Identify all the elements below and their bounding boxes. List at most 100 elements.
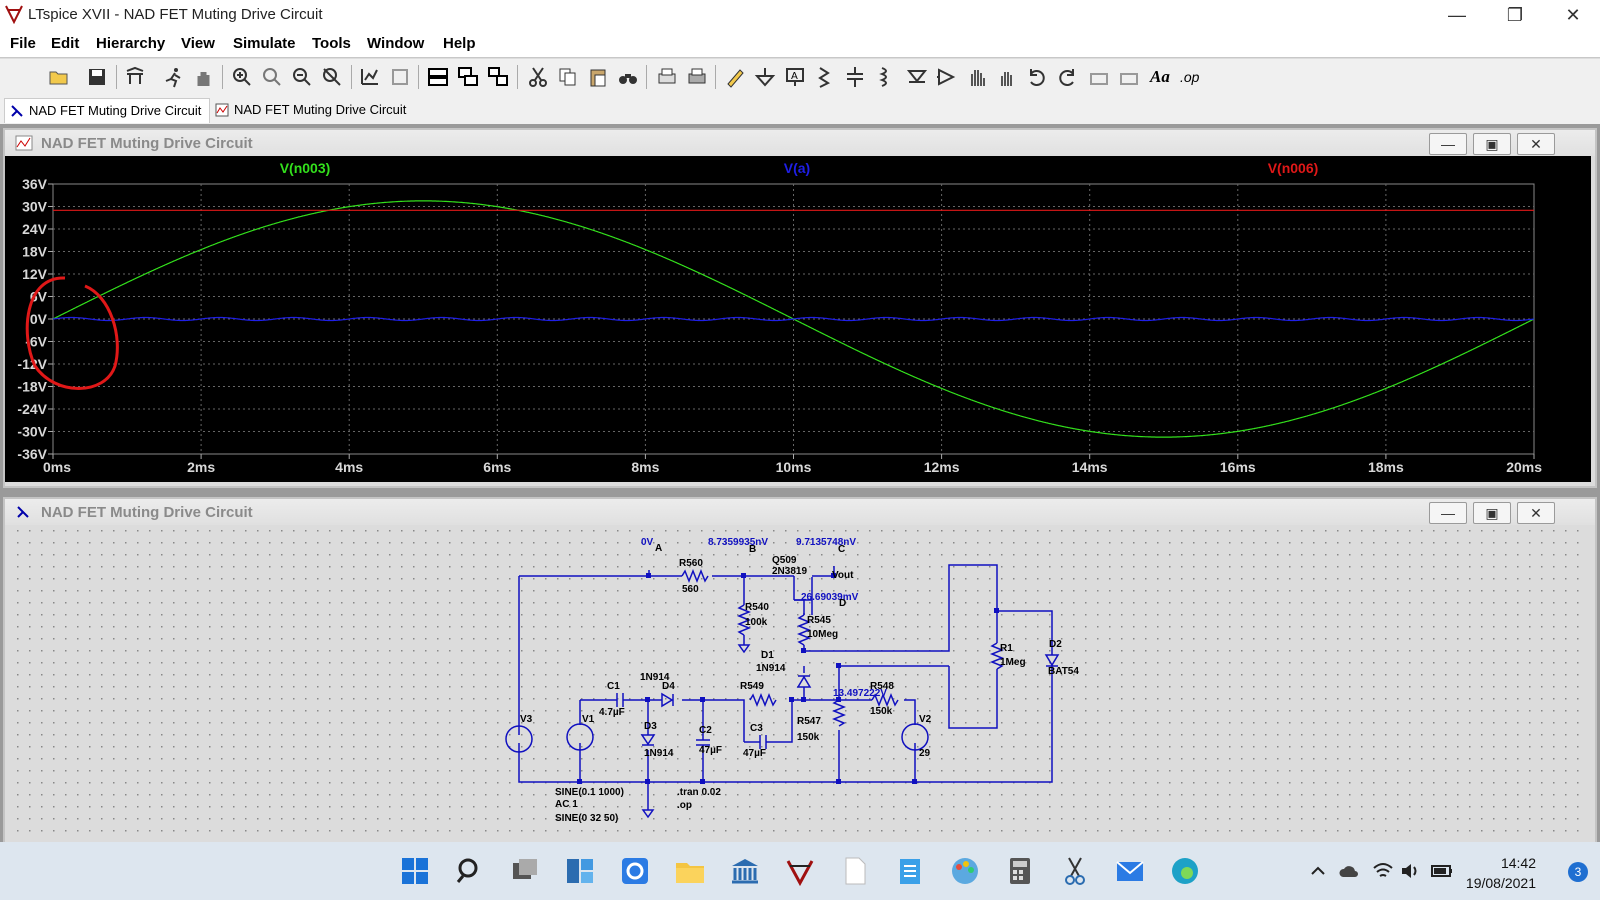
calculator-icon[interactable] xyxy=(1004,855,1036,887)
inductor-icon[interactable] xyxy=(874,66,896,88)
menu-file[interactable]: File xyxy=(10,35,36,52)
menu-simulate[interactable]: Simulate xyxy=(233,35,296,52)
menu-help[interactable]: Help xyxy=(443,35,476,52)
close-button[interactable]: ✕ xyxy=(1544,0,1600,30)
redo-icon[interactable] xyxy=(1056,66,1078,88)
schematic-minimize-button[interactable]: — xyxy=(1429,502,1467,524)
r547-value: 150k xyxy=(797,732,820,743)
schematic-canvas[interactable]: 0V A 8.7359935nV B 9.7135748nV C Q509 2N… xyxy=(12,525,1586,844)
print-icon[interactable] xyxy=(686,66,708,88)
chevron-up-icon[interactable] xyxy=(1309,862,1327,880)
spice-directive-icon[interactable]: .op xyxy=(1180,69,1199,85)
battery-icon[interactable] xyxy=(1430,862,1454,880)
search-icon[interactable] xyxy=(454,855,486,887)
sync-icon[interactable] xyxy=(619,855,651,887)
widgets-icon[interactable] xyxy=(564,855,596,887)
wifi-icon[interactable] xyxy=(1372,861,1394,881)
draw-wire-icon[interactable] xyxy=(724,66,746,88)
node-b-label: B xyxy=(749,544,756,555)
v2-label: V2 xyxy=(919,714,932,725)
volume-icon[interactable] xyxy=(1400,861,1422,881)
tab-schematic[interactable]: NAD FET Muting Drive Circuit xyxy=(4,98,211,123)
cascade-icon[interactable] xyxy=(487,66,509,88)
system-clock[interactable]: 14:42 19/08/2021 xyxy=(1466,853,1536,893)
op-directive[interactable]: .op xyxy=(677,800,692,811)
schematic-close-button[interactable]: ✕ xyxy=(1517,502,1555,524)
snipping-icon[interactable] xyxy=(1059,855,1091,887)
capacitor-icon[interactable] xyxy=(844,66,866,88)
zoom-cancel-icon[interactable] xyxy=(321,66,343,88)
rotate-icon[interactable] xyxy=(1088,66,1110,88)
move-icon[interactable] xyxy=(966,66,988,88)
x-tick-label: 12ms xyxy=(924,459,960,475)
menu-hierarchy[interactable]: Hierarchy xyxy=(96,35,165,52)
open-icon[interactable] xyxy=(48,66,70,88)
autorange-icon[interactable] xyxy=(359,66,381,88)
file-explorer-icon[interactable] xyxy=(674,855,706,887)
print-preview-icon[interactable] xyxy=(656,66,678,88)
menu-window[interactable]: Window xyxy=(367,35,424,52)
save-icon[interactable] xyxy=(86,66,108,88)
tab-waveform[interactable]: NAD FET Muting Drive Circuit xyxy=(210,98,414,122)
r545-value: 10Meg xyxy=(807,629,838,640)
minimize-button[interactable]: — xyxy=(1428,0,1486,30)
find-icon[interactable] xyxy=(617,66,639,88)
ground-icon[interactable] xyxy=(754,66,776,88)
zoom-out-icon[interactable] xyxy=(291,66,313,88)
paste-icon[interactable] xyxy=(587,66,609,88)
menu-view[interactable]: View xyxy=(181,35,215,52)
fit-icon[interactable] xyxy=(389,66,411,88)
schematic-window-title: NAD FET Muting Drive Circuit xyxy=(41,504,253,521)
run-icon[interactable] xyxy=(163,66,185,88)
d2-label: D2 xyxy=(1049,639,1062,650)
tile-vertical-icon[interactable] xyxy=(457,66,479,88)
zoom-area-icon[interactable] xyxy=(261,66,283,88)
mirror-icon[interactable] xyxy=(1118,66,1140,88)
mail-icon[interactable] xyxy=(1114,855,1146,887)
ltspice-icon[interactable] xyxy=(784,855,816,887)
waveform-plot[interactable]: 36V30V24V18V12V6V0V-6V-12V-18V-24V-30V-3… xyxy=(5,156,1591,482)
x-tick-label: 0ms xyxy=(43,459,71,475)
waveform-minimize-button[interactable]: — xyxy=(1429,133,1467,155)
component-icon[interactable] xyxy=(936,66,958,88)
paint-icon[interactable] xyxy=(949,855,981,887)
file-icon[interactable] xyxy=(839,855,871,887)
cloud-icon[interactable] xyxy=(1338,862,1360,880)
pan-icon[interactable] xyxy=(193,66,215,88)
trace-label-vn003[interactable]: V(n003) xyxy=(280,160,331,176)
label-net-icon[interactable]: A xyxy=(784,66,806,88)
bank-icon[interactable] xyxy=(729,855,761,887)
node-c-voltage: 9.7135748nV xyxy=(796,537,856,548)
waveform-close-button[interactable]: ✕ xyxy=(1517,133,1555,155)
tran-directive[interactable]: .tran 0.02 xyxy=(677,787,721,798)
d4-label: D4 xyxy=(662,681,675,692)
resistor-icon[interactable] xyxy=(814,66,836,88)
menu-tools[interactable]: Tools xyxy=(312,35,351,52)
undo-icon[interactable] xyxy=(1026,66,1048,88)
diode-icon[interactable] xyxy=(906,66,928,88)
tile-horizontal-icon[interactable] xyxy=(427,66,449,88)
x-tick-label: 10ms xyxy=(776,459,812,475)
edge-icon[interactable] xyxy=(1169,855,1201,887)
waveform-restore-button[interactable]: ▣ xyxy=(1473,133,1511,155)
cut-icon[interactable] xyxy=(527,66,549,88)
x-tick-label: 18ms xyxy=(1368,459,1404,475)
zoom-in-icon[interactable] xyxy=(231,66,253,88)
start-icon[interactable] xyxy=(399,855,431,887)
drag-icon[interactable] xyxy=(996,66,1018,88)
trace-label-va[interactable]: V(a) xyxy=(784,160,810,176)
task-view-icon[interactable] xyxy=(509,855,541,887)
maximize-button[interactable]: ❐ xyxy=(1486,0,1544,30)
node-b-voltage: 8.7359935nV xyxy=(708,537,768,548)
trace-label-vn006[interactable]: V(n006) xyxy=(1268,160,1319,176)
node-d-label: D xyxy=(839,598,846,609)
notepad-icon[interactable] xyxy=(894,855,926,887)
waveform-window-titlebar[interactable]: NAD FET Muting Drive Circuit — ▣ ✕ xyxy=(5,130,1595,156)
text-icon[interactable]: Aa xyxy=(1150,67,1170,87)
schematic-window-titlebar[interactable]: NAD FET Muting Drive Circuit — ▣ ✕ xyxy=(5,499,1595,525)
notification-badge[interactable]: 3 xyxy=(1568,862,1588,882)
schematic-restore-button[interactable]: ▣ xyxy=(1473,502,1511,524)
control-panel-icon[interactable] xyxy=(124,66,146,88)
menu-edit[interactable]: Edit xyxy=(51,35,79,52)
copy-icon[interactable] xyxy=(557,66,579,88)
